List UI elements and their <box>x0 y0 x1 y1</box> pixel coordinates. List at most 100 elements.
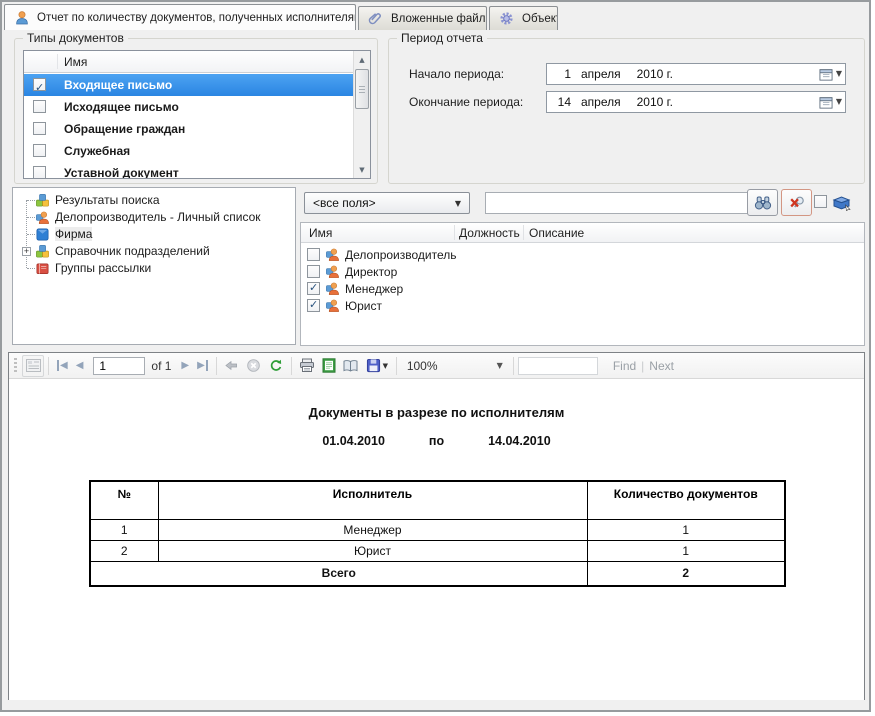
executor-checkbox[interactable] <box>307 248 320 261</box>
doc-types-scrollbar[interactable]: ▲ ▼ <box>353 51 370 178</box>
person-icon <box>325 247 340 262</box>
doc-types-list-header[interactable]: Имя <box>24 51 370 73</box>
period-groupbox: Период отчета Начало периода: 1апреля201… <box>388 38 865 184</box>
executor-checkbox[interactable] <box>307 265 320 278</box>
next-link[interactable]: Next <box>649 359 674 373</box>
zoom-combo[interactable]: 100% ▼ <box>407 359 503 373</box>
calendar-icon <box>819 96 833 109</box>
report-total-row: Всего 2 <box>90 561 785 586</box>
column-divider <box>57 54 58 69</box>
executor-row[interactable]: ✓Менеджер <box>301 280 864 297</box>
calendar-dropdown-button[interactable]: ▼ <box>819 66 842 82</box>
search-results-cubes-icon <box>35 193 50 208</box>
end-year: 2010 г. <box>637 95 673 109</box>
report-cell: 1 <box>587 540 785 561</box>
stop-button[interactable] <box>243 355 265 377</box>
page-number-input[interactable] <box>93 357 145 375</box>
col-name: Имя <box>309 223 332 243</box>
tree-item[interactable]: Фирма <box>13 226 295 243</box>
page-setup-button[interactable] <box>340 355 362 377</box>
separator <box>291 357 292 375</box>
chevron-down-icon: ▼ <box>836 64 842 84</box>
doc-types-list: Имя ✓Входящее письмоИсходящее письмо Обра… <box>23 50 371 179</box>
executor-row[interactable]: Делопроизводитель <box>301 246 864 263</box>
field-selector-combo[interactable]: <все поля> ▼ <box>304 192 470 214</box>
tab-attachments[interactable]: Вложенные файлы <box>358 6 487 30</box>
doc-type-row[interactable]: Служебная <box>24 140 353 162</box>
search-option-checkbox[interactable] <box>814 195 827 208</box>
person-icon <box>325 264 340 279</box>
end-day: 14 <box>555 92 571 112</box>
report-table: № Исполнитель Количество документов 1Мен… <box>89 480 786 587</box>
last-page-button[interactable]: ▶ <box>193 360 212 371</box>
doc-type-row[interactable]: ✓Входящее письмо <box>24 74 353 96</box>
search-button[interactable] <box>747 189 778 216</box>
doc-type-checkbox[interactable] <box>33 100 46 113</box>
back-button[interactable] <box>221 355 243 377</box>
tab-report[interactable]: Отчет по количеству документов, полученн… <box>4 4 356 30</box>
contacts-box-icon[interactable] <box>831 192 852 216</box>
calendar-dropdown-button[interactable]: ▼ <box>819 94 842 110</box>
tree-item[interactable]: Результаты поиска <box>13 192 295 209</box>
tree-item-label: Группы рассылки <box>55 261 151 275</box>
doc-type-row[interactable]: Исходящее письмо <box>24 96 353 118</box>
doc-type-row[interactable]: Обращение граждан <box>24 118 353 140</box>
report-toolbar: ◀ ◀ of 1 ▶ ▶ <box>9 353 864 379</box>
tree-item[interactable]: Группы рассылки <box>13 260 295 277</box>
clear-search-button[interactable] <box>781 189 812 216</box>
report-date-from: 01.04.2010 <box>322 434 385 448</box>
find-input[interactable] <box>518 357 598 375</box>
executor-name: Делопроизводитель <box>345 248 457 262</box>
binoculars-icon <box>754 196 772 210</box>
name-column-header: Имя <box>64 55 87 69</box>
scroll-down-icon[interactable]: ▼ <box>354 161 370 178</box>
report-cell: Юрист <box>158 540 587 561</box>
tree-item-label: Фирма <box>55 227 92 241</box>
tab-attachments-label: Вложенные файлы <box>391 13 487 25</box>
doc-type-checkbox[interactable] <box>33 122 46 135</box>
start-year: 2010 г. <box>637 67 673 81</box>
report-page: Документы в разрезе по исполнителям 01.0… <box>9 379 864 700</box>
first-page-button[interactable]: ◀ <box>53 360 72 371</box>
tab-object[interactable]: Объект <box>489 6 558 30</box>
print-layout-button[interactable] <box>318 355 340 377</box>
executor-row[interactable]: Директор <box>301 263 864 280</box>
doc-type-row[interactable]: Уставной документ <box>24 162 353 179</box>
executor-checkbox[interactable]: ✓ <box>307 282 320 295</box>
refresh-icon <box>268 358 283 373</box>
doc-types-group-label: Типы документов <box>23 31 128 45</box>
refresh-button[interactable] <box>265 355 287 377</box>
period-start-picker[interactable]: 1апреля2010 г. ▼ <box>546 63 846 85</box>
scroll-up-icon[interactable]: ▲ <box>354 51 370 68</box>
total-value: 2 <box>587 561 785 586</box>
print-button[interactable] <box>296 355 318 377</box>
executor-row[interactable]: ✓Юрист <box>301 297 864 314</box>
separator <box>513 357 514 375</box>
tree-item-label: Результаты поиска <box>55 193 160 207</box>
search-input[interactable] <box>485 192 755 214</box>
doc-type-checkbox[interactable]: ✓ <box>33 78 46 91</box>
doc-type-label: Обращение граждан <box>64 122 185 136</box>
doc-type-checkbox[interactable] <box>33 166 46 179</box>
period-end-picker[interactable]: 14апреля2010 г. ▼ <box>546 91 846 113</box>
link-divider: | <box>641 359 644 373</box>
doc-types-groupbox: Типы документов Имя ✓Входящее письмоИсхо… <box>14 38 378 184</box>
document-map-button[interactable] <box>22 355 44 377</box>
executor-checkbox[interactable]: ✓ <box>307 299 320 312</box>
scrollbar-thumb[interactable] <box>355 69 369 109</box>
report-table-row: 1Менеджер1 <box>90 519 785 540</box>
clear-search-icon <box>789 195 805 210</box>
tree-item[interactable]: +Справочник подразделений <box>13 243 295 260</box>
chevron-down-icon: ▼ <box>836 92 842 112</box>
doc-type-label: Уставной документ <box>64 166 179 179</box>
export-button[interactable]: ▼ <box>362 355 392 377</box>
previous-page-button[interactable]: ◀ <box>72 360 88 371</box>
tree-connector <box>27 234 35 235</box>
next-page-button[interactable]: ▶ <box>177 360 193 371</box>
tree-item[interactable]: Делопроизводитель - Личный список <box>13 209 295 226</box>
executors-list-header[interactable]: Имя Должность Описание <box>301 223 864 243</box>
find-link[interactable]: Find <box>613 359 636 373</box>
doc-type-checkbox[interactable] <box>33 144 46 157</box>
tree-expander-icon[interactable]: + <box>22 247 31 256</box>
toolbar-grip[interactable] <box>14 358 17 374</box>
